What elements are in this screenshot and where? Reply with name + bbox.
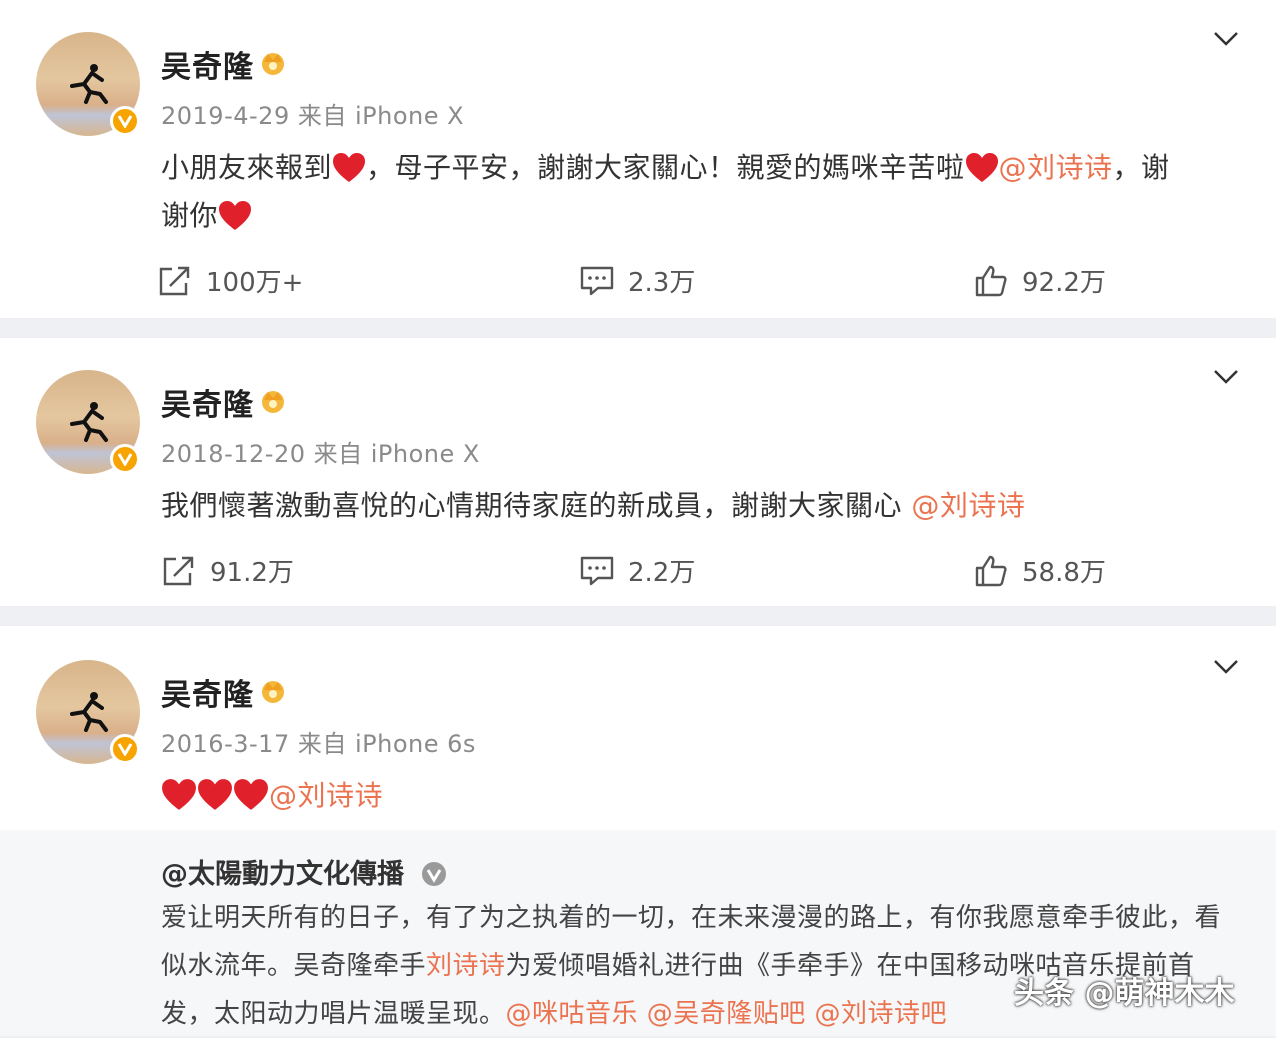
runner-icon (70, 402, 108, 442)
post-meta: 2016-3-17 来自 iPhone 6s (161, 730, 476, 758)
mention-link[interactable]: @刘诗诗 (911, 489, 1025, 522)
heart-icon (965, 153, 998, 182)
post-meta: 2018-12-20 来自 iPhone X (161, 440, 480, 468)
comment-count: 2.3万 (628, 268, 696, 298)
heart-icon (219, 201, 252, 230)
repost-count: 91.2万 (210, 558, 294, 588)
author-name[interactable]: 吴奇隆 (161, 42, 254, 86)
like-count: 58.8万 (1022, 558, 1106, 588)
author-name[interactable]: 吴奇隆 (161, 380, 254, 424)
comment-count: 2.2万 (628, 558, 696, 588)
repost-button[interactable]: 91.2万 (162, 552, 294, 589)
heart-icon (198, 779, 232, 810)
repost-count: 100万+ (206, 268, 304, 298)
heart-icon (333, 153, 366, 182)
share-icon (163, 556, 194, 585)
heart-icon (234, 779, 268, 810)
post-text: @刘诗诗 (161, 772, 1241, 820)
repost-author[interactable]: @太陽動力文化傳播 (161, 852, 447, 891)
like-button[interactable]: 58.8万 (974, 552, 1106, 589)
repost-button[interactable]: 100万+ (158, 262, 303, 299)
avatar[interactable] (36, 32, 140, 136)
post-meta: 2019-4-29 来自 iPhone X (161, 102, 465, 130)
comment-button[interactable]: 2.2万 (580, 552, 695, 589)
heart-icon (162, 779, 196, 810)
verified-badge-icon (110, 734, 140, 764)
share-icon (159, 266, 190, 295)
thumbs-up-icon (975, 555, 1007, 586)
post-text: 小朋友來報到 ，母子平安，謝謝大家關心！親愛的媽咪辛苦啦 @刘诗诗，谢 谢你 (161, 151, 1170, 232)
verified-badge-icon (422, 862, 447, 886)
thumbs-up-icon (975, 265, 1007, 296)
crown-icon (262, 681, 284, 703)
crown-icon (262, 53, 284, 75)
mention-link[interactable]: 刘诗诗 (426, 951, 506, 981)
chevron-down-icon[interactable] (1212, 368, 1240, 386)
mention-links[interactable]: @咪咕音乐 @吴奇隆贴吧 @刘诗诗吧 (506, 999, 948, 1029)
author-name[interactable]: 吴奇隆 (161, 670, 254, 714)
mention-link[interactable]: @刘诗诗 (999, 151, 1113, 184)
like-button[interactable]: 92.2万 (974, 262, 1106, 299)
avatar[interactable] (36, 660, 140, 764)
crown-icon (262, 391, 284, 413)
runner-icon (70, 64, 108, 104)
verified-badge-icon (110, 106, 140, 136)
post-text: 我們懷著激動喜悅的心情期待家庭的新成員，謝謝大家關心 @刘诗诗 (161, 489, 1026, 522)
comment-button[interactable]: 2.3万 (580, 262, 695, 299)
comment-icon (580, 266, 614, 295)
chevron-down-icon[interactable] (1212, 30, 1240, 48)
mention-link[interactable]: @刘诗诗 (269, 779, 383, 812)
watermark: 头条 @萌神木木 (1014, 976, 1235, 1011)
verified-badge-icon (110, 444, 140, 474)
like-count: 92.2万 (1022, 268, 1106, 298)
avatar[interactable] (36, 370, 140, 474)
chevron-down-icon[interactable] (1212, 658, 1240, 676)
post-card-2: 吴奇隆 2018-12-20 来自 iPhone X 我們懷著激動喜悅的心情期待… (0, 338, 1276, 606)
repost-text: 爱让明天所有的日子，有了为之执着的一切，在未来漫漫的路上，有你我愿意牵手彼此，看… (161, 903, 1222, 1029)
runner-icon (70, 692, 108, 732)
post-card-1: 吴奇隆 2019-4-29 来自 iPhone X 小朋友來報到 ，母子平安，謝謝… (0, 0, 1276, 318)
comment-icon (580, 556, 614, 585)
